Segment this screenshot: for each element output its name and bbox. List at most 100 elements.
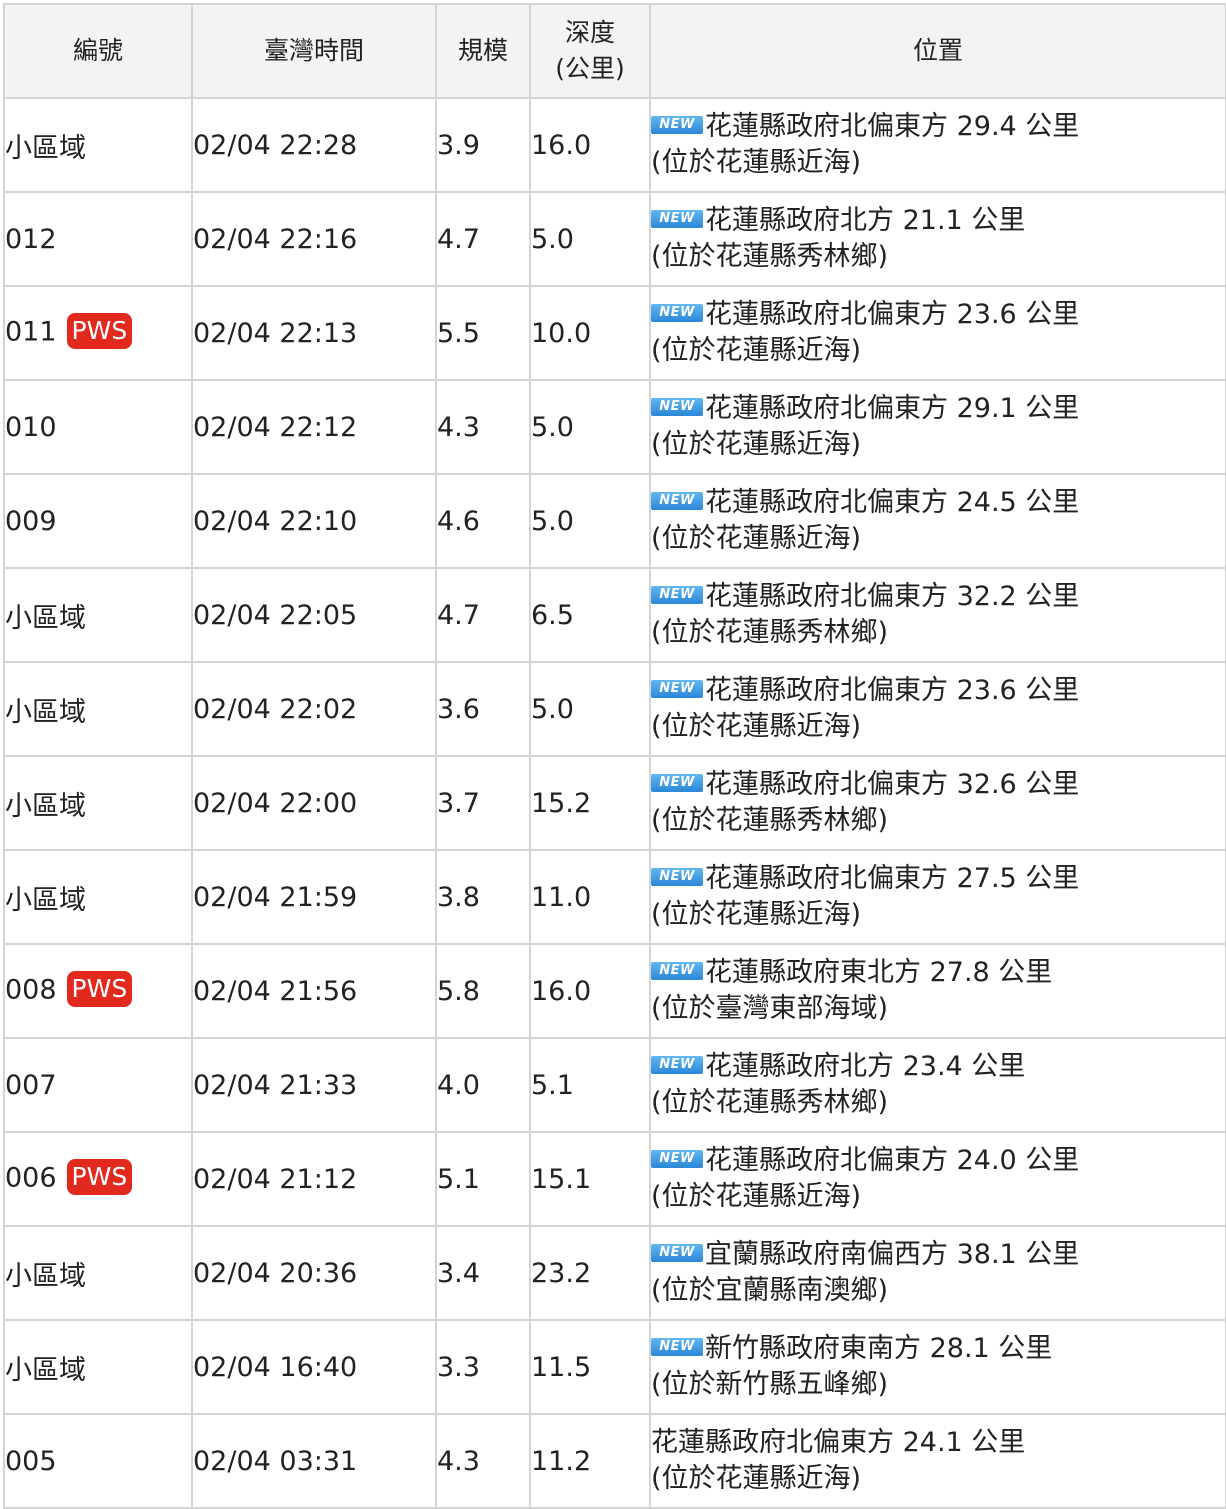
location-link[interactable]: NEW 新竹縣政府東南方 28.1 公里 bbox=[651, 1331, 1225, 1367]
location-region: (位於花蓮縣近海) bbox=[651, 523, 862, 554]
new-badge-icon: NEW bbox=[651, 397, 703, 416]
event-id: 小區域 bbox=[5, 790, 86, 822]
cell-depth: 5.1 bbox=[529, 1037, 651, 1133]
cell-location: NEW 宜蘭縣政府南偏西方 38.1 公里 (位於宜蘭縣南澳鄉) bbox=[649, 1225, 1226, 1321]
cell-id: 小區域 bbox=[3, 1319, 193, 1415]
cell-time: 02/04 22:02 bbox=[191, 661, 437, 757]
pws-badge: PWS bbox=[66, 1159, 133, 1195]
location-link[interactable]: NEW 花蓮縣政府北偏東方 24.0 公里 bbox=[651, 1143, 1225, 1179]
location-link[interactable]: NEW 花蓮縣政府北偏東方 32.6 公里 bbox=[651, 767, 1225, 803]
location-link[interactable]: NEW 花蓮縣政府北偏東方 23.6 公里 bbox=[651, 297, 1225, 333]
location-link[interactable]: NEW 花蓮縣政府北方 21.1 公里 bbox=[651, 203, 1225, 239]
cell-id: 008 PWS bbox=[3, 943, 193, 1039]
cell-location: NEW 花蓮縣政府北方 21.1 公里 (位於花蓮縣秀林鄉) bbox=[649, 191, 1226, 287]
cell-magnitude: 3.3 bbox=[435, 1319, 531, 1415]
cell-location: NEW 新竹縣政府東南方 28.1 公里 (位於新竹縣五峰鄉) bbox=[649, 1319, 1226, 1415]
table-row[interactable]: 010 02/04 22:12 4.3 5.0 NEW 花蓮縣政府北偏東方 29.1 公里… bbox=[3, 379, 1226, 475]
location-description: 花蓮縣政府北偏東方 23.6 公里 bbox=[705, 675, 1080, 706]
location-description: 花蓮縣政府北偏東方 32.2 公里 bbox=[705, 581, 1080, 612]
event-id: 005 bbox=[5, 1445, 57, 1477]
new-badge-icon: NEW bbox=[651, 115, 703, 134]
cell-location: NEW 花蓮縣政府北偏東方 27.5 公里 (位於花蓮縣近海) bbox=[649, 849, 1226, 945]
location-description: 花蓮縣政府北偏東方 24.1 公里 bbox=[651, 1427, 1026, 1458]
location-description: 花蓮縣政府北偏東方 29.4 公里 bbox=[705, 111, 1080, 142]
cell-magnitude: 5.8 bbox=[435, 943, 531, 1039]
new-badge-icon: NEW bbox=[651, 679, 703, 698]
table-row[interactable]: 007 02/04 21:33 4.0 5.1 NEW 花蓮縣政府北方 23.4 公里 (位… bbox=[3, 1037, 1226, 1133]
location-link[interactable]: NEW 宜蘭縣政府南偏西方 38.1 公里 bbox=[651, 1237, 1225, 1273]
cell-time: 02/04 21:12 bbox=[191, 1131, 437, 1227]
cell-time: 02/04 20:36 bbox=[191, 1225, 437, 1321]
table-row[interactable]: 011 PWS 02/04 22:13 5.5 10.0 NEW 花蓮縣政府北偏東方 23.… bbox=[3, 285, 1226, 381]
location-region: (位於宜蘭縣南澳鄉) bbox=[651, 1275, 889, 1306]
event-id: 009 bbox=[5, 505, 57, 537]
location-region: (位於花蓮縣近海) bbox=[651, 335, 862, 366]
table-row[interactable]: 008 PWS 02/04 21:56 5.8 16.0 NEW 花蓮縣政府東北方 27.8… bbox=[3, 943, 1226, 1039]
event-id: 小區域 bbox=[5, 1260, 86, 1292]
location-link[interactable]: NEW 花蓮縣政府北偏東方 23.6 公里 bbox=[651, 673, 1225, 709]
location-region: (位於花蓮縣近海) bbox=[651, 899, 862, 930]
table-row[interactable]: 小區域 02/04 20:36 3.4 23.2 NEW 宜蘭縣政府南偏西方 38.1 公… bbox=[3, 1225, 1226, 1321]
cell-depth: 16.0 bbox=[529, 943, 651, 1039]
new-badge-icon: NEW bbox=[651, 1149, 703, 1168]
location-link[interactable]: NEW 花蓮縣政府北偏東方 24.5 公里 bbox=[651, 485, 1225, 521]
cell-time: 02/04 22:05 bbox=[191, 567, 437, 663]
new-badge-icon: NEW bbox=[651, 209, 703, 228]
new-badge-icon: NEW bbox=[651, 867, 703, 886]
header-depth: 深度 (公里) bbox=[529, 3, 651, 99]
cell-magnitude: 4.3 bbox=[435, 1413, 531, 1509]
new-badge-icon: NEW bbox=[651, 1337, 703, 1356]
location-link[interactable]: NEW 花蓮縣政府北偏東方 32.2 公里 bbox=[651, 579, 1225, 615]
pws-badge: PWS bbox=[66, 971, 133, 1007]
table-row[interactable]: 006 PWS 02/04 21:12 5.1 15.1 NEW 花蓮縣政府北偏東方 24.… bbox=[3, 1131, 1226, 1227]
new-badge-icon: NEW bbox=[651, 961, 703, 980]
table-row[interactable]: 小區域 02/04 16:40 3.3 11.5 NEW 新竹縣政府東南方 28.1 公里… bbox=[3, 1319, 1226, 1415]
location-region: (位於花蓮縣近海) bbox=[651, 1463, 862, 1494]
cell-depth: 11.2 bbox=[529, 1413, 651, 1509]
cell-depth: 10.0 bbox=[529, 285, 651, 381]
table-row[interactable]: 小區域 02/04 22:05 4.7 6.5 NEW 花蓮縣政府北偏東方 32.2 公里… bbox=[3, 567, 1226, 663]
cell-magnitude: 3.7 bbox=[435, 755, 531, 851]
location-description: 新竹縣政府東南方 28.1 公里 bbox=[705, 1333, 1053, 1364]
cell-time: 02/04 16:40 bbox=[191, 1319, 437, 1415]
cell-magnitude: 4.0 bbox=[435, 1037, 531, 1133]
cell-id: 006 PWS bbox=[3, 1131, 193, 1227]
table-row[interactable]: 小區域 02/04 22:02 3.6 5.0 NEW 花蓮縣政府北偏東方 23.6 公里… bbox=[3, 661, 1226, 757]
table-row[interactable]: 小區域 02/04 21:59 3.8 11.0 NEW 花蓮縣政府北偏東方 27.5 公… bbox=[3, 849, 1226, 945]
table-row[interactable]: 小區域 02/04 22:00 3.7 15.2 NEW 花蓮縣政府北偏東方 32.6 公… bbox=[3, 755, 1226, 851]
event-id: 007 bbox=[5, 1069, 57, 1101]
cell-depth: 5.0 bbox=[529, 661, 651, 757]
cell-magnitude: 3.4 bbox=[435, 1225, 531, 1321]
cell-time: 02/04 21:56 bbox=[191, 943, 437, 1039]
table-row[interactable]: 小區域 02/04 22:28 3.9 16.0 NEW 花蓮縣政府北偏東方 29.4 公… bbox=[3, 97, 1226, 193]
cell-location: 花蓮縣政府北偏東方 24.1 公里 (位於花蓮縣近海) bbox=[649, 1413, 1226, 1509]
location-link[interactable]: NEW 花蓮縣政府北偏東方 27.5 公里 bbox=[651, 861, 1225, 897]
cell-id: 小區域 bbox=[3, 567, 193, 663]
event-id: 小區域 bbox=[5, 696, 86, 728]
table-row[interactable]: 005 02/04 03:31 4.3 11.2 花蓮縣政府北偏東方 24.1 公里 (位… bbox=[3, 1413, 1226, 1509]
cell-id: 007 bbox=[3, 1037, 193, 1133]
location-region: (位於花蓮縣近海) bbox=[651, 1181, 862, 1212]
cell-depth: 5.0 bbox=[529, 379, 651, 475]
location-description: 花蓮縣政府北偏東方 32.6 公里 bbox=[705, 769, 1080, 800]
location-link[interactable]: NEW 花蓮縣政府北偏東方 29.1 公里 bbox=[651, 391, 1225, 427]
location-link[interactable]: NEW 花蓮縣政府北方 23.4 公里 bbox=[651, 1049, 1225, 1085]
location-link[interactable]: NEW 花蓮縣政府北偏東方 29.4 公里 bbox=[651, 109, 1225, 145]
cell-depth: 11.5 bbox=[529, 1319, 651, 1415]
table-row[interactable]: 009 02/04 22:10 4.6 5.0 NEW 花蓮縣政府北偏東方 24.5 公里… bbox=[3, 473, 1226, 569]
location-description: 花蓮縣政府東北方 27.8 公里 bbox=[705, 957, 1053, 988]
location-description: 花蓮縣政府北偏東方 24.0 公里 bbox=[705, 1145, 1080, 1176]
location-link[interactable]: NEW 花蓮縣政府東北方 27.8 公里 bbox=[651, 955, 1225, 991]
cell-magnitude: 3.8 bbox=[435, 849, 531, 945]
cell-time: 02/04 22:13 bbox=[191, 285, 437, 381]
new-badge-icon: NEW bbox=[651, 773, 703, 792]
location-link[interactable]: 花蓮縣政府北偏東方 24.1 公里 bbox=[651, 1425, 1225, 1461]
new-badge-icon: NEW bbox=[651, 1243, 703, 1262]
cell-magnitude: 4.6 bbox=[435, 473, 531, 569]
cell-time: 02/04 21:59 bbox=[191, 849, 437, 945]
location-region: (位於新竹縣五峰鄉) bbox=[651, 1369, 889, 1400]
table-row[interactable]: 012 02/04 22:16 4.7 5.0 NEW 花蓮縣政府北方 21.1 公里 (位… bbox=[3, 191, 1226, 287]
header-time: 臺灣時間 bbox=[191, 3, 437, 99]
event-id: 011 bbox=[5, 316, 57, 348]
event-id: 小區域 bbox=[5, 884, 86, 916]
